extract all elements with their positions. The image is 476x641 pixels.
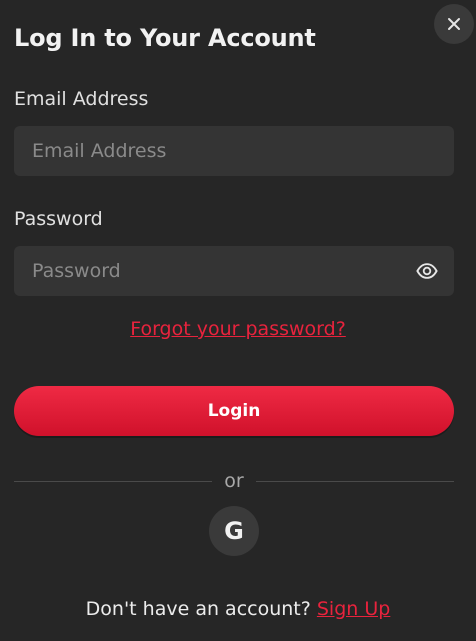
email-field[interactable] [14, 126, 454, 176]
email-label: Email Address [14, 88, 149, 110]
google-signin-button[interactable]: G [209, 506, 259, 556]
forgot-password-row: Forgot your password? [0, 318, 476, 340]
signup-row: Don't have an account? Sign Up [0, 598, 476, 620]
divider-line-left [14, 481, 212, 482]
signup-prompt: Don't have an account? [85, 598, 317, 620]
login-modal: Log In to Your Account Email Address Pas… [0, 0, 476, 641]
eye-icon[interactable] [416, 260, 438, 282]
signup-link[interactable]: Sign Up [317, 598, 390, 620]
page-title: Log In to Your Account [14, 24, 316, 52]
email-field-wrapper [14, 126, 454, 176]
password-label: Password [14, 208, 103, 230]
google-icon: G [224, 517, 244, 545]
divider-text: or [224, 470, 244, 492]
login-button[interactable]: Login [14, 386, 454, 436]
or-divider: or [14, 470, 454, 492]
close-icon [448, 18, 460, 30]
divider-line-right [256, 481, 454, 482]
password-field[interactable] [14, 246, 454, 296]
forgot-password-link[interactable]: Forgot your password? [130, 318, 346, 340]
password-field-wrapper [14, 246, 454, 296]
close-button[interactable] [434, 4, 474, 44]
